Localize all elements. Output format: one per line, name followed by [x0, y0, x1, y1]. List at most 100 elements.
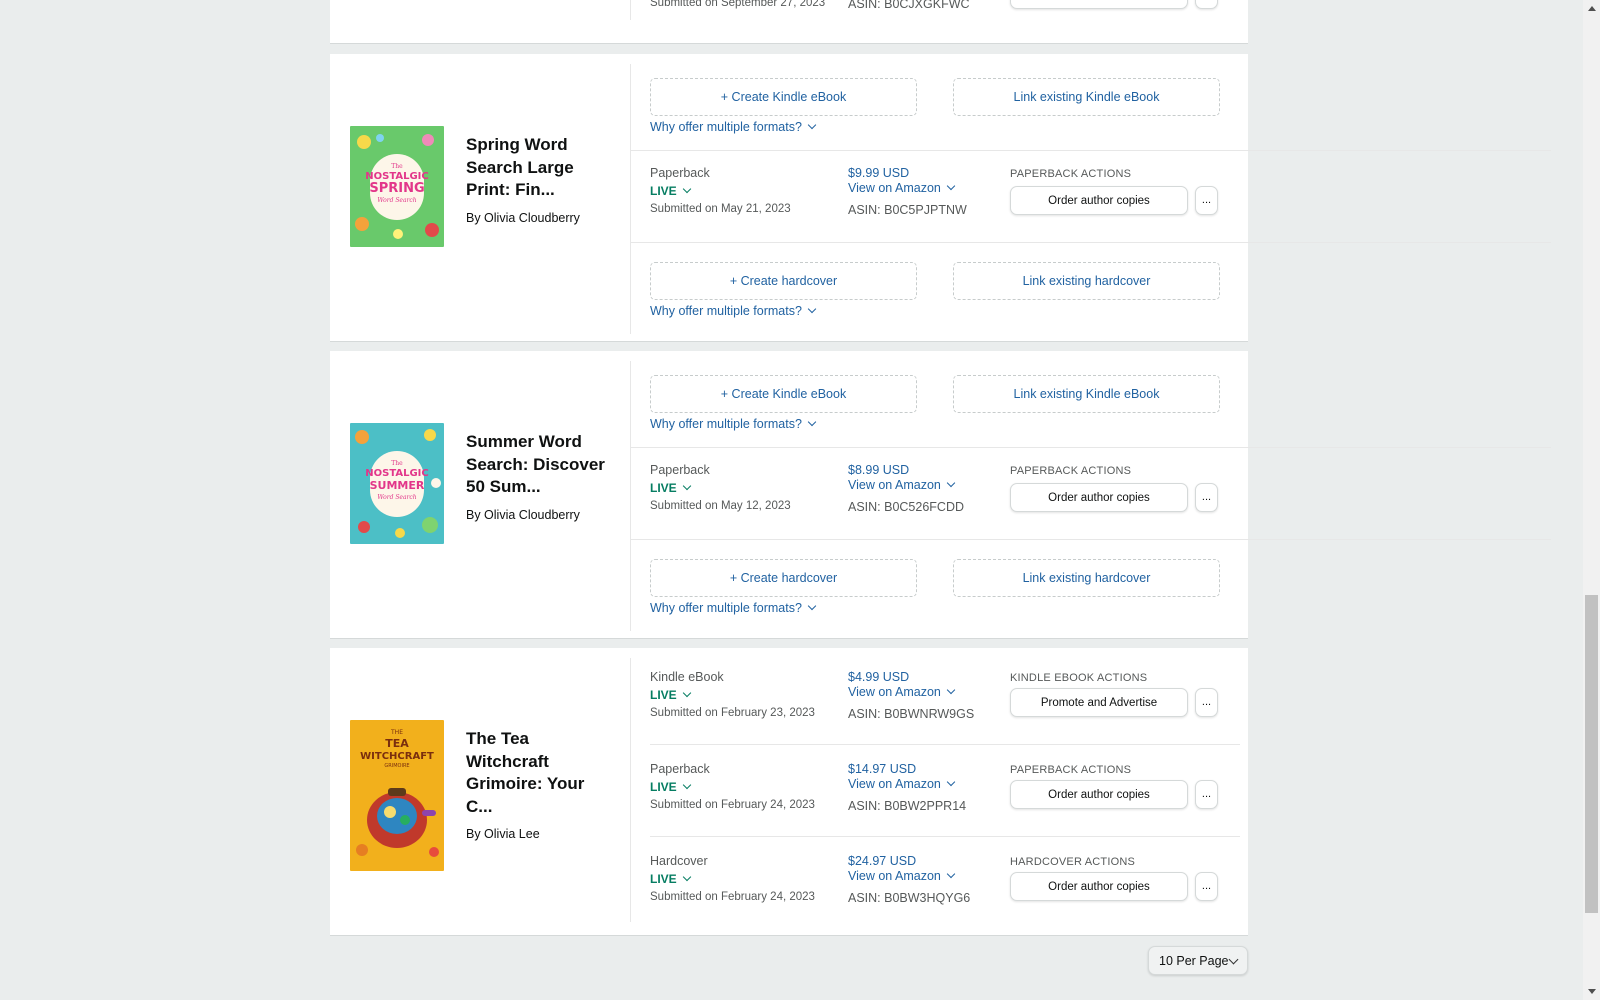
view-on-amazon-label: View on Amazon [848, 181, 941, 195]
submitted-date: Submitted on February 24, 2023 [650, 799, 815, 811]
cover-line4: GRIMOIRE [384, 763, 409, 769]
summer-cover-art: The NOSTALGIC SUMMER Word Search [350, 423, 444, 544]
chevron-down-icon [682, 780, 691, 790]
cover-line1: The [391, 460, 403, 467]
chevron-down-icon [807, 120, 817, 130]
chevron-down-icon [807, 417, 817, 427]
link-existing-hardcover-button[interactable]: Link existing hardcover [953, 262, 1220, 300]
link-existing-kindle-ebook-button[interactable]: Link existing Kindle eBook [953, 78, 1220, 116]
scroll-down-arrow-icon[interactable] [1588, 989, 1596, 994]
book-author: By Olivia Lee [466, 827, 540, 841]
book-author: By Olivia Cloudberry [466, 211, 580, 225]
why-offer-multiple-formats-link[interactable]: Why offer multiple formats? [650, 601, 817, 615]
price[interactable]: $4.99 USD [848, 670, 909, 684]
action-button-partial[interactable] [1010, 0, 1188, 9]
view-on-amazon-label: View on Amazon [848, 777, 941, 791]
price[interactable]: $14.97 USD [848, 762, 916, 776]
promote-and-advertise-button[interactable]: Promote and Advertise [1010, 688, 1188, 717]
submitted-date: Submitted on February 24, 2023 [650, 891, 815, 903]
actions-label: PAPERBACK ACTIONS [1010, 764, 1132, 776]
more-actions-button[interactable]: ... [1195, 688, 1218, 717]
why-offer-multiple-formats-link[interactable]: Why offer multiple formats? [650, 417, 817, 431]
asin-label: ASIN: B0BW2PPR14 [848, 799, 967, 813]
more-actions-button[interactable]: ... [1195, 483, 1218, 512]
view-on-amazon-link[interactable]: View on Amazon [848, 869, 956, 883]
book-cover-image[interactable]: The NOSTALGIC SPRING Word Search [350, 126, 444, 247]
book-author: By Olivia Cloudberry [466, 508, 580, 522]
create-hardcover-button[interactable]: + Create hardcover [650, 559, 917, 597]
create-hardcover-button[interactable]: + Create hardcover [650, 262, 917, 300]
book-title[interactable]: Summer Word Search: Discover 50 Sum... [466, 431, 606, 499]
more-actions-button[interactable]: ... [1195, 186, 1218, 215]
book-title[interactable]: Spring Word Search Large Print: Fin... [466, 134, 606, 202]
divider [630, 658, 631, 922]
scroll-up-arrow-icon[interactable] [1588, 6, 1596, 11]
view-on-amazon-link[interactable]: View on Amazon [848, 478, 956, 492]
chevron-down-icon [946, 777, 956, 787]
cover-line1: The [391, 163, 403, 170]
cover-line3: SPRING [369, 181, 424, 196]
price[interactable]: $9.99 USD [848, 166, 909, 180]
actions-label: KINDLE EBOOK ACTIONS [1010, 672, 1148, 684]
why-offer-label: Why offer multiple formats? [650, 601, 802, 615]
more-actions-button[interactable]: ... [1195, 780, 1218, 809]
asin-label: ASIN: B0C526FCDD [848, 500, 965, 514]
view-on-amazon-link[interactable]: View on Amazon [848, 777, 956, 791]
submitted-date: Submitted on September 27, 2023 [650, 0, 826, 9]
cover-line3: WITCHCRAFT [360, 751, 434, 762]
status-dropdown[interactable]: LIVE [650, 184, 691, 198]
cover-line2: NOSTALGIC [365, 468, 429, 479]
price[interactable]: $8.99 USD [848, 463, 909, 477]
book-card: The NOSTALGIC SPRING Word Search Spring … [330, 54, 1551, 342]
create-kindle-ebook-button[interactable]: + Create Kindle eBook [650, 78, 917, 116]
book-cover-image[interactable]: THE TEA WITCHCRAFT GRIMOIRE [350, 720, 444, 871]
view-on-amazon-link[interactable]: View on Amazon [848, 181, 956, 195]
submitted-date: Submitted on May 12, 2023 [650, 500, 791, 512]
actions-label: PAPERBACK ACTIONS [1010, 168, 1132, 180]
status-dropdown[interactable]: LIVE [650, 872, 691, 886]
asin-label: ASIN: B0BWNRW9GS [848, 707, 975, 721]
row-divider [650, 744, 1240, 745]
why-offer-label: Why offer multiple formats? [650, 304, 802, 318]
order-author-copies-button[interactable]: Order author copies [1010, 483, 1188, 512]
row-divider [631, 150, 1551, 151]
actions-label: HARDCOVER ACTIONS [1010, 856, 1136, 868]
per-page-select[interactable]: 10 Per Page [1148, 946, 1248, 975]
divider [630, 64, 631, 334]
status-dropdown[interactable]: LIVE [650, 780, 691, 794]
book-card-partial: Submitted on September 27, 2023 ASIN: B0… [330, 0, 1248, 44]
order-author-copies-button[interactable]: Order author copies [1010, 186, 1188, 215]
chevron-down-icon [946, 869, 956, 879]
more-actions-button[interactable] [1195, 0, 1218, 9]
book-card: The NOSTALGIC SUMMER Word Search Summer … [330, 351, 1551, 639]
view-on-amazon-link[interactable]: View on Amazon [848, 685, 956, 699]
cover-line4: Word Search [377, 494, 416, 501]
view-on-amazon-label: View on Amazon [848, 685, 941, 699]
why-offer-multiple-formats-link[interactable]: Why offer multiple formats? [650, 120, 817, 134]
format-name: Kindle eBook [650, 670, 724, 684]
status-dropdown[interactable]: LIVE [650, 688, 691, 702]
status-dropdown[interactable]: LIVE [650, 481, 691, 495]
tea-cover-art: THE TEA WITCHCRAFT GRIMOIRE [350, 720, 444, 871]
why-offer-label: Why offer multiple formats? [650, 417, 802, 431]
order-author-copies-button[interactable]: Order author copies [1010, 780, 1188, 809]
book-cover-image[interactable]: The NOSTALGIC SUMMER Word Search [350, 423, 444, 544]
link-existing-hardcover-button[interactable]: Link existing hardcover [953, 559, 1220, 597]
why-offer-multiple-formats-link[interactable]: Why offer multiple formats? [650, 304, 817, 318]
cover-line3: SUMMER [370, 479, 425, 492]
order-author-copies-button[interactable]: Order author copies [1010, 872, 1188, 901]
chevron-down-icon [946, 181, 956, 191]
more-actions-button[interactable]: ... [1195, 872, 1218, 901]
row-divider [631, 242, 1551, 243]
price[interactable]: $24.97 USD [848, 854, 916, 868]
asin-label: ASIN: B0CJXGKFWC [848, 0, 970, 11]
link-existing-kindle-ebook-button[interactable]: Link existing Kindle eBook [953, 375, 1220, 413]
chevron-down-icon [807, 601, 817, 611]
vertical-scrollbar[interactable] [1583, 0, 1600, 1000]
create-kindle-ebook-button[interactable]: + Create Kindle eBook [650, 375, 917, 413]
book-card: THE TEA WITCHCRAFT GRIMOIRE The Tea Witc… [330, 648, 1248, 936]
book-title[interactable]: The Tea Witchcraft Grimoire: Your C... [466, 728, 606, 818]
row-divider [650, 836, 1240, 837]
scrollbar-thumb[interactable] [1585, 595, 1598, 913]
asin-label: ASIN: B0BW3HQYG6 [848, 891, 971, 905]
